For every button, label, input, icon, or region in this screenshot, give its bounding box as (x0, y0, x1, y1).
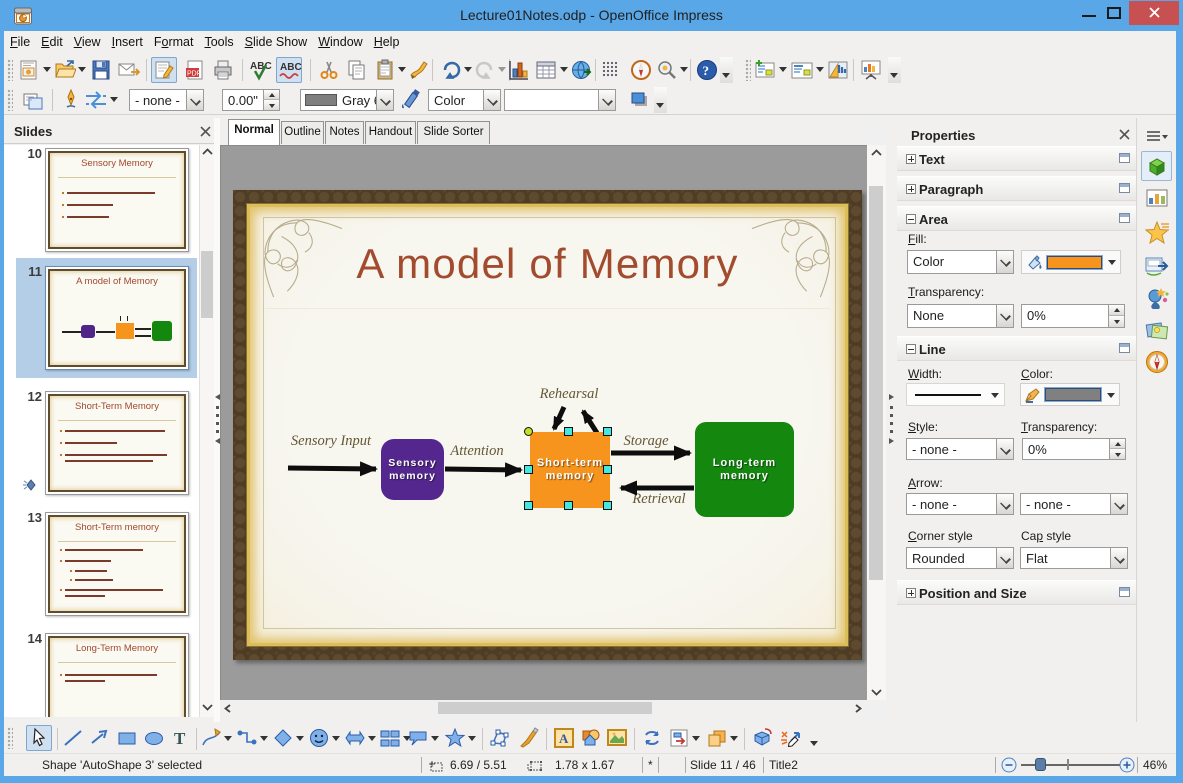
svg-text:A: A (559, 731, 569, 746)
svg-text:ABC: ABC (250, 61, 272, 72)
svg-text:ABC: ABC (280, 62, 302, 73)
svg-text:?: ? (703, 63, 710, 78)
svg-text:PDF: PDF (187, 71, 201, 78)
svg-text:T: T (174, 729, 186, 748)
